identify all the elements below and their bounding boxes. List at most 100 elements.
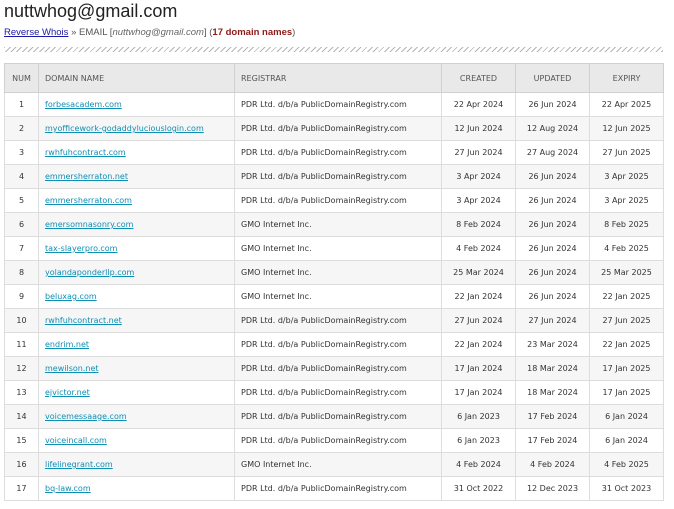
row-number-cell: 12 <box>4 356 39 381</box>
created-date-cell: 4 Feb 2024 <box>441 236 516 261</box>
table-row: 13 ejvictor.net PDR Ltd. d/b/a PublicDomai… <box>4 380 664 405</box>
domain-link[interactable]: voiceincall.com <box>45 436 107 445</box>
expiry-date-cell: 22 Jan 2025 <box>589 284 664 309</box>
domain-link[interactable]: emersomnasonry.com <box>45 220 133 229</box>
row-number-cell: 2 <box>4 116 39 141</box>
reverse-whois-link[interactable]: Reverse Whois <box>4 27 68 38</box>
domain-name-cell: rwhfuhcontract.com <box>38 140 235 165</box>
table-row: 10 rwhfuhcontract.net PDR Ltd. d/b/a Publi… <box>4 308 664 333</box>
row-number-cell: 13 <box>4 380 39 405</box>
updated-date-cell: 17 Feb 2024 <box>515 404 590 429</box>
created-date-cell: 31 Oct 2022 <box>441 476 516 501</box>
created-date-cell: 22 Jan 2024 <box>441 332 516 357</box>
row-number-cell: 10 <box>4 308 39 333</box>
domain-name-cell: mewilson.net <box>38 356 235 381</box>
domain-name-cell: ejvictor.net <box>38 380 235 405</box>
domain-table-container: NUM DOMAIN NAME REGISTRAR CREATED UPDATE… <box>4 63 664 501</box>
table-header-row: NUM DOMAIN NAME REGISTRAR CREATED UPDATE… <box>4 63 664 93</box>
registrar-cell: PDR Ltd. d/b/a PublicDomainRegistry.com <box>234 476 442 501</box>
row-number-cell: 15 <box>4 428 39 453</box>
registrar-cell: PDR Ltd. d/b/a PublicDomainRegistry.com <box>234 356 442 381</box>
table-row: 2 myofficework-godaddyluciouslogin.com PDR… <box>4 116 664 141</box>
updated-date-cell: 26 Jun 2024 <box>515 164 590 189</box>
created-date-cell: 12 Jun 2024 <box>441 116 516 141</box>
domain-name-cell: voicemessaage.com <box>38 404 235 429</box>
updated-date-cell: 12 Dec 2023 <box>515 476 590 501</box>
updated-date-cell: 26 Jun 2024 <box>515 92 590 117</box>
column-header-created[interactable]: CREATED <box>441 63 516 93</box>
page-title: nuttwhog@gmail.com <box>4 1 178 21</box>
registrar-cell: PDR Ltd. d/b/a PublicDomainRegistry.com <box>234 428 442 453</box>
table-row: 12 mewilson.net PDR Ltd. d/b/a PublicDomai… <box>4 356 664 381</box>
breadcrumb: Reverse Whois » EMAIL [nuttwhog@gmail.co… <box>4 27 296 38</box>
domain-link[interactable]: bq-law.com <box>45 484 91 493</box>
expiry-date-cell: 27 Jun 2025 <box>589 140 664 165</box>
row-number-cell: 1 <box>4 92 39 117</box>
updated-date-cell: 26 Jun 2024 <box>515 260 590 285</box>
domain-link[interactable]: lifelinegrant.com <box>45 460 113 469</box>
table-row: 9 beluxag.com GMO Internet Inc. 22 Jan 2024… <box>4 284 664 309</box>
domain-link[interactable]: rwhfuhcontract.net <box>45 316 122 325</box>
created-date-cell: 6 Jan 2023 <box>441 428 516 453</box>
domain-link[interactable]: endrim.net <box>45 340 89 349</box>
updated-date-cell: 26 Jun 2024 <box>515 236 590 261</box>
registrar-cell: PDR Ltd. d/b/a PublicDomainRegistry.com <box>234 380 442 405</box>
domain-name-cell: emmersherraton.com <box>38 188 235 213</box>
row-number-cell: 17 <box>4 476 39 501</box>
created-date-cell: 22 Jan 2024 <box>441 284 516 309</box>
expiry-date-cell: 3 Apr 2025 <box>589 188 664 213</box>
updated-date-cell: 12 Aug 2024 <box>515 116 590 141</box>
domain-link[interactable]: rwhfuhcontract.com <box>45 148 126 157</box>
domain-link[interactable]: emmersherraton.net <box>45 172 128 181</box>
created-date-cell: 17 Jan 2024 <box>441 356 516 381</box>
created-date-cell: 3 Apr 2024 <box>441 188 516 213</box>
expiry-date-cell: 31 Oct 2023 <box>589 476 664 501</box>
table-row: 1 forbesacadem.com PDR Ltd. d/b/a PublicDo… <box>4 92 664 117</box>
updated-date-cell: 23 Mar 2024 <box>515 332 590 357</box>
table-row: 16 lifelinegrant.com GMO Internet Inc. 4 Fe… <box>4 452 664 477</box>
domain-link[interactable]: myofficework-godaddyluciouslogin.com <box>45 124 204 133</box>
domain-name-cell: emersomnasonry.com <box>38 212 235 237</box>
domain-link[interactable]: voicemessaage.com <box>45 412 127 421</box>
created-date-cell: 22 Apr 2024 <box>441 92 516 117</box>
registrar-cell: PDR Ltd. d/b/a PublicDomainRegistry.com <box>234 332 442 357</box>
created-date-cell: 3 Apr 2024 <box>441 164 516 189</box>
created-date-cell: 25 Mar 2024 <box>441 260 516 285</box>
registrar-cell: PDR Ltd. d/b/a PublicDomainRegistry.com <box>234 164 442 189</box>
row-number-cell: 9 <box>4 284 39 309</box>
column-header-expiry[interactable]: EXPIRY <box>589 63 664 93</box>
domain-link[interactable]: forbesacadem.com <box>45 100 122 109</box>
row-number-cell: 16 <box>4 452 39 477</box>
domain-link[interactable]: emmersherraton.com <box>45 196 132 205</box>
expiry-date-cell: 8 Feb 2025 <box>589 212 664 237</box>
table-row: 5 emmersherraton.com PDR Ltd. d/b/a Public… <box>4 188 664 213</box>
updated-date-cell: 17 Feb 2024 <box>515 428 590 453</box>
column-header-domain[interactable]: DOMAIN NAME <box>38 63 235 93</box>
row-number-cell: 3 <box>4 140 39 165</box>
domain-name-cell: bq-law.com <box>38 476 235 501</box>
table-row: 6 emersomnasonry.com GMO Internet Inc. 8 Fe… <box>4 212 664 237</box>
updated-date-cell: 27 Aug 2024 <box>515 140 590 165</box>
domain-link[interactable]: ejvictor.net <box>45 388 90 397</box>
column-header-num[interactable]: NUM <box>4 63 39 93</box>
table-row: 17 bq-law.com PDR Ltd. d/b/a PublicDomainR… <box>4 476 664 501</box>
registrar-cell: PDR Ltd. d/b/a PublicDomainRegistry.com <box>234 404 442 429</box>
expiry-date-cell: 3 Apr 2025 <box>589 164 664 189</box>
expiry-date-cell: 22 Apr 2025 <box>589 92 664 117</box>
domain-link[interactable]: mewilson.net <box>45 364 99 373</box>
expiry-date-cell: 12 Jun 2025 <box>589 116 664 141</box>
email-label: EMAIL <box>79 27 108 38</box>
column-header-updated[interactable]: UPDATED <box>515 63 590 93</box>
expiry-date-cell: 25 Mar 2025 <box>589 260 664 285</box>
domain-link[interactable]: yolandaponderllp.com <box>45 268 134 277</box>
row-number-cell: 5 <box>4 188 39 213</box>
domain-link[interactable]: beluxag.com <box>45 292 97 301</box>
registrar-cell: PDR Ltd. d/b/a PublicDomainRegistry.com <box>234 308 442 333</box>
domain-link[interactable]: tax-slayerpro.com <box>45 244 117 253</box>
expiry-date-cell: 22 Jan 2025 <box>589 332 664 357</box>
table-row: 15 voiceincall.com PDR Ltd. d/b/a PublicDo… <box>4 428 664 453</box>
column-header-registrar[interactable]: REGISTRAR <box>234 63 442 93</box>
email-value: nuttwhog@gmail.com <box>112 27 204 38</box>
expiry-date-cell: 17 Jan 2025 <box>589 356 664 381</box>
updated-date-cell: 26 Jun 2024 <box>515 284 590 309</box>
